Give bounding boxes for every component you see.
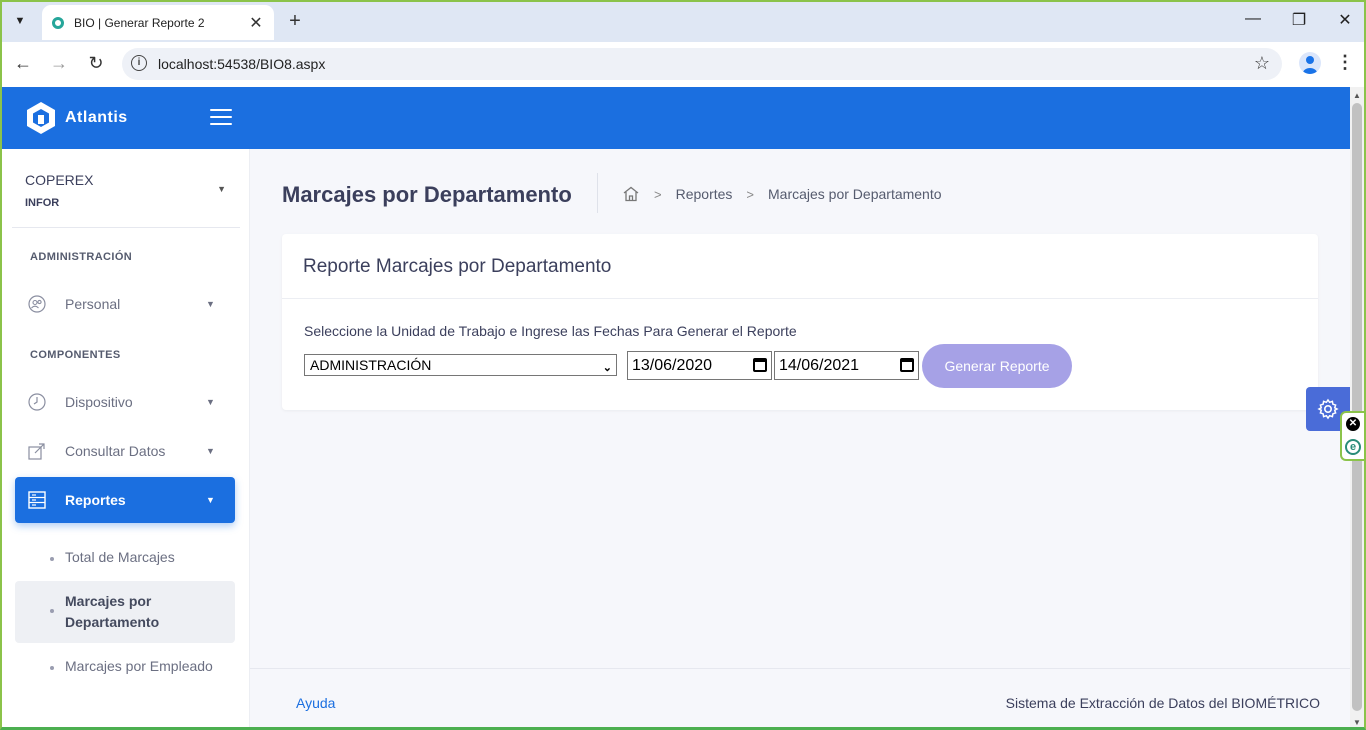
sidebar-item-label: Consultar Datos <box>65 443 166 459</box>
site-info-icon[interactable]: i <box>131 55 147 71</box>
new-tab-button[interactable]: + <box>285 10 305 33</box>
bullet-icon <box>50 557 54 561</box>
hamburger-menu-icon[interactable] <box>210 109 232 127</box>
export-icon <box>28 443 45 460</box>
page-scrollbar[interactable]: ▲ ▼ <box>1350 87 1364 727</box>
chevron-right-icon: > <box>654 186 662 202</box>
page-viewport: Atlantis COPEREX INFOR ▼ ADMINISTRACIÓN … <box>2 87 1350 727</box>
navigation-bar: ← → ↻ i localhost:54538/BIO8.aspx ☆ ⋮ <box>2 42 1364 87</box>
reload-button[interactable]: ↻ <box>84 53 108 74</box>
bookmark-star-icon[interactable]: ☆ <box>1254 53 1270 74</box>
extension-widget: ✕ e <box>1340 411 1364 461</box>
company-subtitle: INFOR <box>25 197 60 209</box>
card-divider <box>282 298 1318 299</box>
company-selector[interactable]: COPEREX INFOR ▼ <box>12 164 240 228</box>
unit-select[interactable]: ADMINISTRACIÓN ⌄ <box>304 354 617 376</box>
clock-icon <box>28 393 46 411</box>
bullet-icon <box>50 666 54 670</box>
footer-system-text: Sistema de Extracción de Datos del BIOMÉ… <box>1005 695 1320 711</box>
scroll-thumb[interactable] <box>1352 103 1362 711</box>
footer: Ayuda Sistema de Extracción de Datos del… <box>250 668 1350 727</box>
sidebar-item-reportes[interactable]: Reportes ▼ <box>15 477 235 523</box>
breadcrumb-current: Marcajes por Departamento <box>768 186 942 202</box>
unit-select-value: ADMINISTRACIÓN <box>310 357 432 373</box>
top-header <box>250 87 1350 149</box>
close-window-button[interactable]: ✕ <box>1333 10 1357 30</box>
scroll-up-icon[interactable]: ▲ <box>1353 91 1361 100</box>
card-title: Reporte Marcajes por Departamento <box>303 256 612 277</box>
home-icon[interactable] <box>622 186 640 202</box>
tab-search-button[interactable]: ▼ <box>8 8 32 34</box>
date-from-input[interactable]: 13/06/2020 <box>627 351 772 380</box>
sidebar: Atlantis COPEREX INFOR ▼ ADMINISTRACIÓN … <box>2 87 250 727</box>
submenu-label: Marcajes por Departamento <box>65 593 160 630</box>
chevron-down-icon: ⌄ <box>602 362 612 374</box>
back-button[interactable]: ← <box>11 53 35 74</box>
brand-header: Atlantis <box>2 87 250 149</box>
help-link[interactable]: Ayuda <box>296 695 335 711</box>
tab-title: BIO | Generar Reporte 2 <box>74 15 205 30</box>
chevron-down-icon: ▼ <box>206 495 215 505</box>
forward-button[interactable]: → <box>47 53 71 74</box>
tab-close-icon[interactable]: ✕ <box>246 13 266 33</box>
gear-icon <box>1317 398 1339 420</box>
generate-report-button[interactable]: Generar Reporte <box>922 344 1072 388</box>
submenu-label: Marcajes por Empleado <box>65 658 213 674</box>
favicon-icon <box>52 16 64 29</box>
restore-button[interactable]: ❐ <box>1287 10 1311 30</box>
page-title: Marcajes por Departamento <box>282 182 572 207</box>
tab-strip: ▼ BIO | Generar Reporte 2 ✕ + — ❐ ✕ <box>2 2 1364 42</box>
address-bar[interactable]: i localhost:54538/BIO8.aspx ☆ <box>122 48 1282 80</box>
breadcrumb-reportes[interactable]: Reportes <box>676 186 733 202</box>
atlantis-logo-icon[interactable] <box>26 101 56 135</box>
calendar-icon[interactable] <box>900 358 914 372</box>
close-icon[interactable]: ✕ <box>1346 417 1360 431</box>
date-to-value: 14/06/2021 <box>779 357 860 374</box>
brand-name: Atlantis <box>65 109 128 126</box>
submenu-item-total-marcajes[interactable]: Total de Marcajes <box>15 549 235 569</box>
submenu-item-marcajes-departamento[interactable]: Marcajes por Departamento <box>15 581 235 643</box>
scroll-down-icon[interactable]: ▼ <box>1353 718 1361 727</box>
minimize-button[interactable]: — <box>1241 10 1265 28</box>
url-text[interactable]: localhost:54538/BIO8.aspx <box>158 56 325 72</box>
chevron-down-icon: ▼ <box>206 446 215 456</box>
date-to-input[interactable]: 14/06/2021 <box>774 351 919 380</box>
section-label-componentes: COMPONENTES <box>30 349 121 361</box>
chevron-right-icon: > <box>746 186 754 202</box>
breadcrumb: > Reportes > Marcajes por Departamento <box>622 186 942 202</box>
sidebar-item-consultar-datos[interactable]: Consultar Datos ▼ <box>15 428 235 474</box>
sidebar-item-label: Personal <box>65 296 121 312</box>
sidebar-item-label: Reportes <box>65 492 126 508</box>
section-label-administracion: ADMINISTRACIÓN <box>30 251 133 263</box>
sidebar-item-personal[interactable]: Personal ▼ <box>15 281 235 327</box>
bullet-icon <box>50 609 54 613</box>
chevron-down-icon: ▼ <box>206 299 215 309</box>
submenu-label: Total de Marcajes <box>65 549 175 565</box>
date-from-value: 13/06/2020 <box>632 357 713 374</box>
sidebar-item-label: Dispositivo <box>65 394 133 410</box>
extension-icon[interactable]: e <box>1345 439 1361 455</box>
browser-window: ▼ BIO | Generar Reporte 2 ✕ + — ❐ ✕ ← → … <box>0 0 1366 730</box>
instructions-text: Seleccione la Unidad de Trabajo e Ingres… <box>304 323 797 339</box>
chevron-down-icon: ▼ <box>217 184 226 194</box>
submenu-item-marcajes-empleado[interactable]: Marcajes por Empleado <box>15 658 235 678</box>
title-divider <box>597 173 598 213</box>
server-icon <box>28 491 46 509</box>
chevron-down-icon: ▼ <box>206 397 215 407</box>
profile-avatar-icon[interactable] <box>1299 52 1321 74</box>
browser-menu-icon[interactable]: ⋮ <box>1336 52 1354 73</box>
sidebar-item-dispositivo[interactable]: Dispositivo ▼ <box>15 379 235 425</box>
browser-tab[interactable]: BIO | Generar Reporte 2 ✕ <box>42 5 274 40</box>
users-icon <box>28 295 46 313</box>
calendar-icon[interactable] <box>753 358 767 372</box>
report-card: Reporte Marcajes por Departamento Selecc… <box>282 234 1318 410</box>
company-name: COPEREX <box>25 172 94 188</box>
